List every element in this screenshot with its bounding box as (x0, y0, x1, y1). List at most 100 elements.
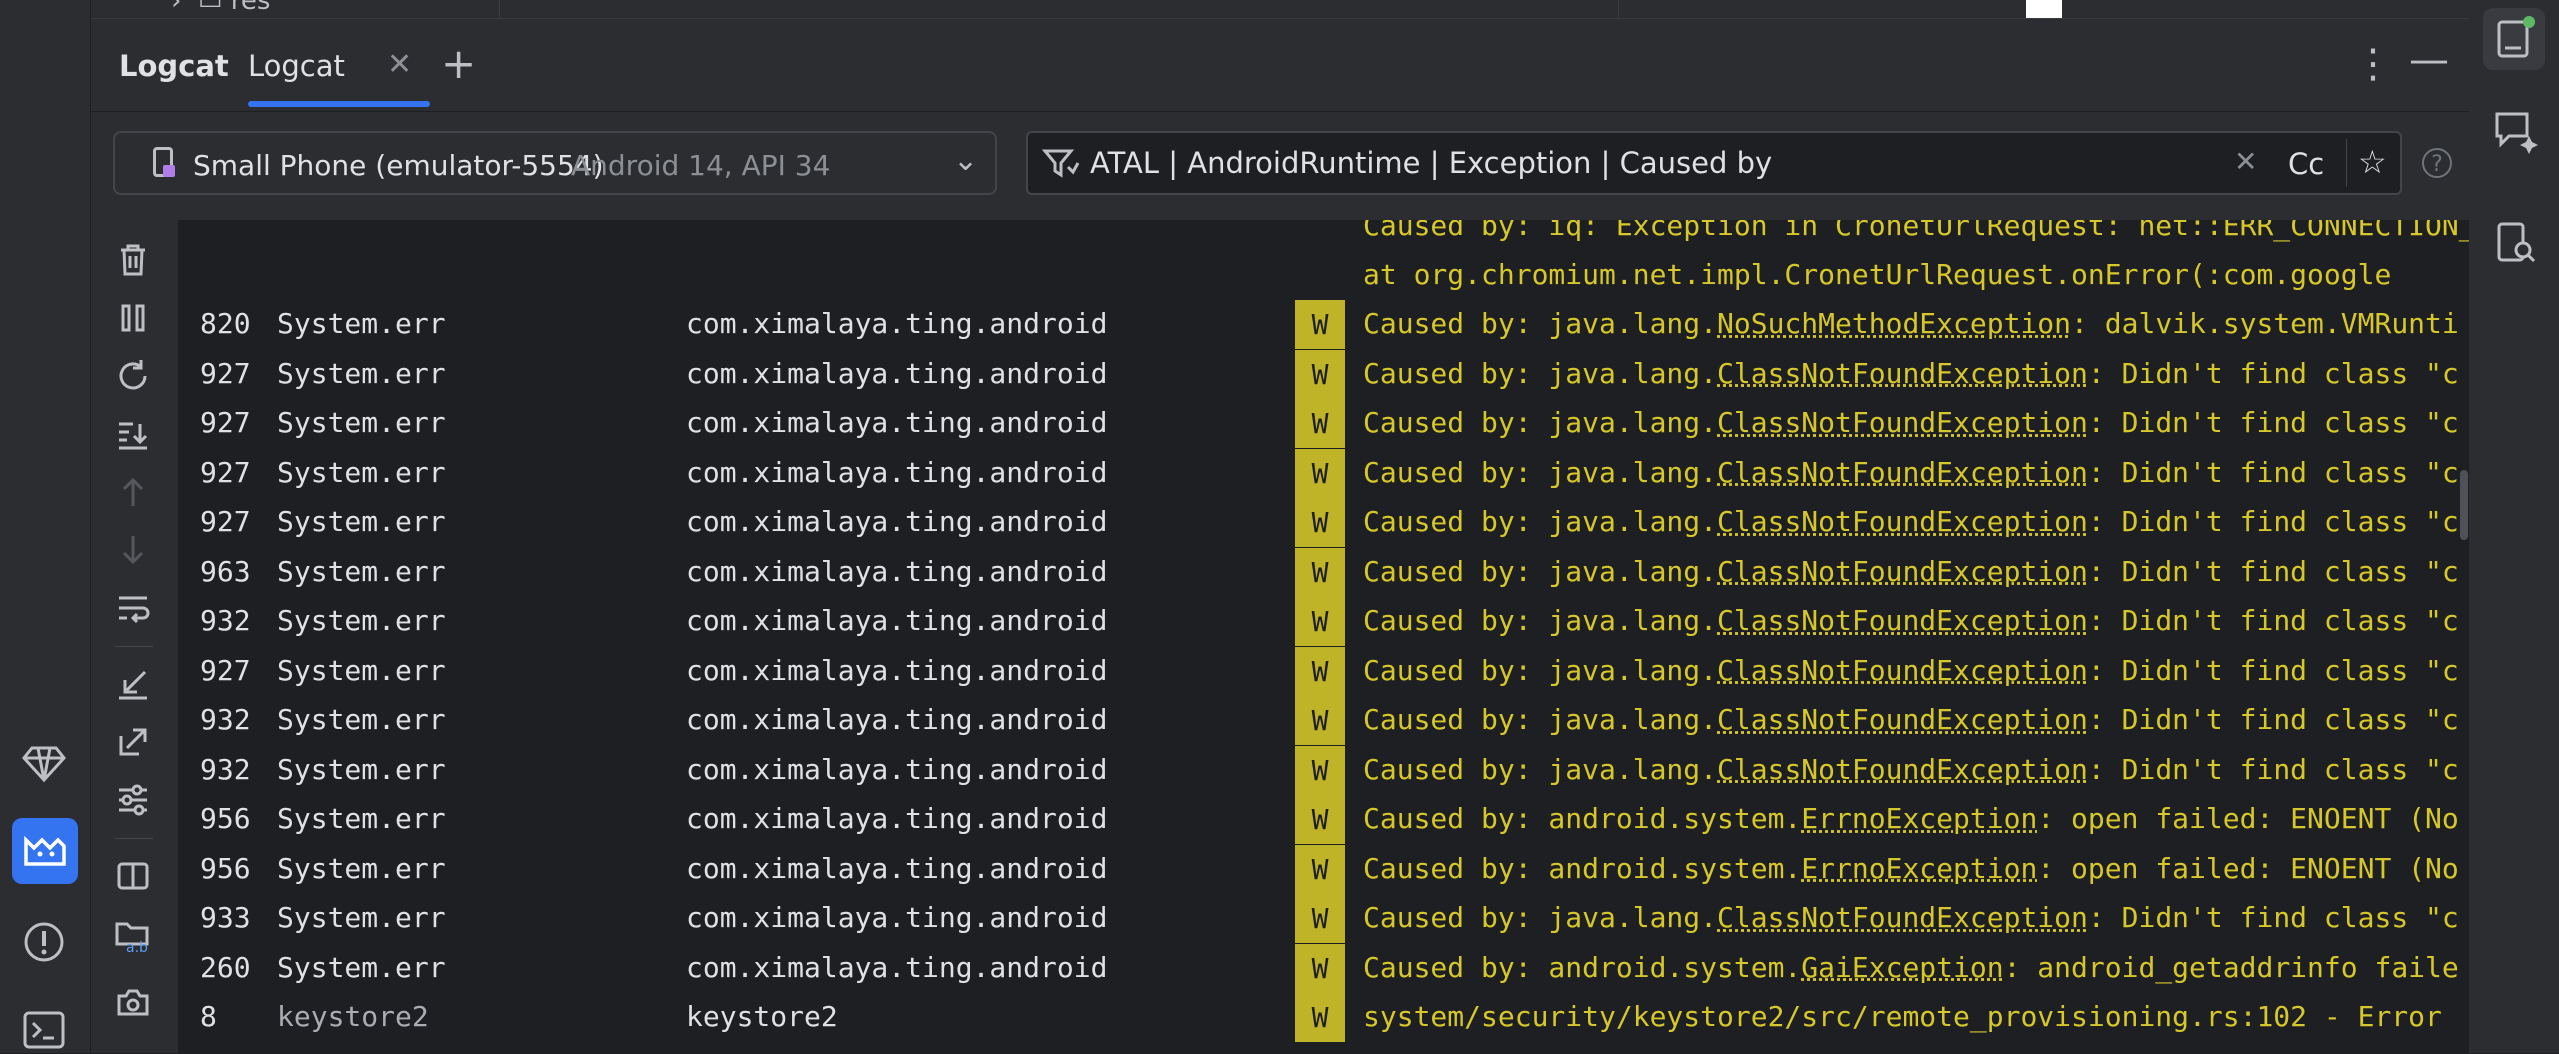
log-pid: 927 (200, 505, 251, 538)
log-pid: 932 (200, 604, 251, 637)
log-output[interactable]: Caused by: iq: Exception in CronetUrlReq… (178, 220, 2469, 1053)
log-level-badge: W (1295, 399, 1345, 448)
toolbar-divider (115, 646, 153, 647)
exception-link[interactable]: ClassNotFoundException (1717, 555, 2088, 588)
table-row[interactable]: 956 System.err com.ximalaya.ting.android W C… (178, 844, 2469, 894)
exception-link[interactable]: ClassNotFoundException (1717, 654, 2088, 687)
exception-link[interactable]: NoSuchMethodException (1717, 307, 2071, 340)
table-row[interactable]: 932 System.err com.ximalaya.ting.android W C… (178, 597, 2469, 646)
gem-icon[interactable] (22, 740, 66, 784)
log-message-suffix: : open failed: ENOENT (No (2037, 802, 2459, 835)
log-tag: System.err (277, 554, 446, 588)
filter-query[interactable]: ATAL | AndroidRuntime | Exception | Caus… (1090, 146, 1772, 180)
exception-link[interactable]: ClassNotFoundException (1717, 901, 2088, 934)
log-pid: 927 (200, 406, 251, 439)
chevron-down-icon: ⌄ (953, 143, 979, 178)
log-level-badge: W (1295, 696, 1345, 745)
log-package: com.ximalaya.ting.android (686, 950, 1108, 984)
exception-link[interactable]: ClassNotFoundException (1717, 456, 2088, 489)
device-explorer-icon[interactable] (2483, 212, 2545, 274)
camera-icon[interactable] (113, 982, 153, 1022)
log-message: Caused by: java.lang.ClassNotFoundExcept… (1363, 406, 2459, 439)
logcat-cat-icon[interactable] (12, 818, 78, 884)
table-row[interactable]: 932 System.err com.ximalaya.ting.android W C… (178, 745, 2469, 795)
clear-filter-icon[interactable]: ✕ (2234, 145, 2257, 178)
table-row[interactable]: 927 System.err com.ximalaya.ting.android W C… (178, 448, 2469, 498)
filter-input[interactable]: ATAL | AndroidRuntime | Exception | Caus… (1026, 131, 2402, 195)
log-level-badge: W (1295, 448, 1345, 498)
assistant-chat-icon[interactable] (2483, 98, 2545, 160)
split-panels-icon[interactable] (113, 856, 153, 896)
editor-scroll-thumb[interactable] (2026, 0, 2062, 18)
log-message-suffix: : Didn't find class "c (2087, 653, 2459, 687)
table-row[interactable]: 963 System.err com.ximalaya.ting.android W C… (178, 547, 2469, 597)
table-row[interactable]: 933 System.err com.ximalaya.ting.android W C… (178, 894, 2469, 943)
scroll-to-end-icon[interactable] (113, 414, 153, 454)
device-api: Android 14, API 34 (571, 149, 831, 182)
pause-icon[interactable] (113, 298, 153, 338)
partial-log-line: Caused by: iq: Exception in CronetUrlReq… (1363, 220, 2469, 242)
terminal-icon[interactable] (22, 1010, 66, 1050)
table-row[interactable]: 932 System.err com.ximalaya.ting.android W C… (178, 696, 2469, 745)
table-row[interactable]: 820 System.err com.ximalaya.ting.android W C… (178, 300, 2469, 349)
folder-ab-icon[interactable]: a.b (113, 914, 153, 956)
phone-badge (163, 165, 175, 177)
collapse-icon[interactable] (113, 664, 153, 704)
help-icon[interactable]: ? (2422, 148, 2452, 178)
log-message: Caused by: java.lang.ClassNotFoundExcept… (1363, 703, 2459, 736)
exception-link[interactable]: GaiException (1801, 951, 2003, 984)
log-tag: System.err (277, 604, 446, 637)
filter-icon[interactable] (1042, 145, 1082, 181)
match-case-button[interactable]: Cc (2288, 147, 2324, 181)
problems-icon[interactable] (22, 920, 66, 964)
table-row[interactable]: 927 System.err com.ximalaya.ting.android W C… (178, 498, 2469, 547)
log-message-suffix: : Didn't find class "c (2087, 356, 2459, 390)
exception-link[interactable]: ClassNotFoundException (1717, 505, 2088, 538)
log-message-prefix: Caused by: java.lang. (1363, 406, 1718, 439)
exception-link[interactable]: ClassNotFoundException (1717, 703, 2088, 736)
tool-window-title: Logcat (119, 49, 229, 83)
trash-icon[interactable] (113, 240, 153, 280)
add-tab-icon[interactable]: + (441, 39, 476, 88)
log-level-badge: W (1295, 943, 1345, 993)
log-message-prefix: Caused by: android.system. (1363, 802, 1802, 835)
table-row[interactable]: 260 System.err com.ximalaya.ting.android W C… (178, 943, 2469, 993)
log-pid: 260 (200, 950, 251, 984)
minimize-icon[interactable]: — (2409, 37, 2449, 83)
log-pid: 932 (200, 703, 251, 736)
exception-link[interactable]: ClassNotFoundException (1717, 406, 2088, 439)
table-row[interactable]: 927 System.err com.ximalaya.ting.android W C… (178, 349, 2469, 399)
table-row[interactable]: 927 System.err com.ximalaya.ting.android W C… (178, 399, 2469, 448)
left-tool-strip (0, 0, 91, 1053)
project-tree-row[interactable]: › ▭ res (171, 0, 270, 16)
tab-logcat[interactable]: Logcat (248, 49, 345, 83)
table-row[interactable]: 8 keystore2 keystore2 Wsystem/security/keys… (178, 993, 2469, 1042)
table-row[interactable]: 956 System.err com.ximalaya.ting.android W C… (178, 795, 2469, 844)
log-tag: System.err (277, 851, 446, 885)
log-level-badge: W (1295, 597, 1345, 646)
device-selector[interactable]: Small Phone (emulator-5554) Android 14, … (113, 131, 997, 195)
log-message-prefix: Caused by: java.lang. (1363, 703, 1718, 736)
log-message-prefix: Caused by: android.system. (1363, 851, 1802, 885)
logcat-toolbar: Small Phone (emulator-5554) Android 14, … (91, 112, 2469, 220)
exception-link[interactable]: ClassNotFoundException (1717, 753, 2088, 786)
next-occurrence-icon[interactable] (113, 530, 153, 570)
restart-icon[interactable] (113, 356, 153, 396)
exception-link[interactable]: ErrnoException (1801, 802, 2037, 835)
device-manager-button[interactable] (2483, 8, 2545, 70)
partial-log-line: at org.chromium.net.impl.CronetUrlReques… (1363, 258, 2392, 291)
settings-icon[interactable] (113, 780, 153, 820)
more-options-icon[interactable]: ⋮ (2353, 41, 2393, 87)
tab-close-icon[interactable]: ✕ (387, 47, 412, 82)
log-pid: 956 (200, 802, 251, 835)
exception-link[interactable]: ClassNotFoundException (1717, 357, 2088, 390)
table-row[interactable]: 927 System.err com.ximalaya.ting.android W C… (178, 646, 2469, 696)
expand-icon[interactable] (113, 722, 153, 762)
exception-link[interactable]: ClassNotFoundException (1717, 604, 2088, 637)
soft-wrap-icon[interactable] (113, 588, 153, 628)
previous-occurrence-icon[interactable] (113, 472, 153, 512)
log-message: Caused by: java.lang.ClassNotFoundExcept… (1363, 901, 2459, 934)
favorite-filter-icon[interactable]: ☆ (2358, 143, 2387, 181)
log-message: Caused by: java.lang.ClassNotFoundExcept… (1363, 357, 2459, 390)
exception-link[interactable]: ErrnoException (1801, 852, 2037, 885)
